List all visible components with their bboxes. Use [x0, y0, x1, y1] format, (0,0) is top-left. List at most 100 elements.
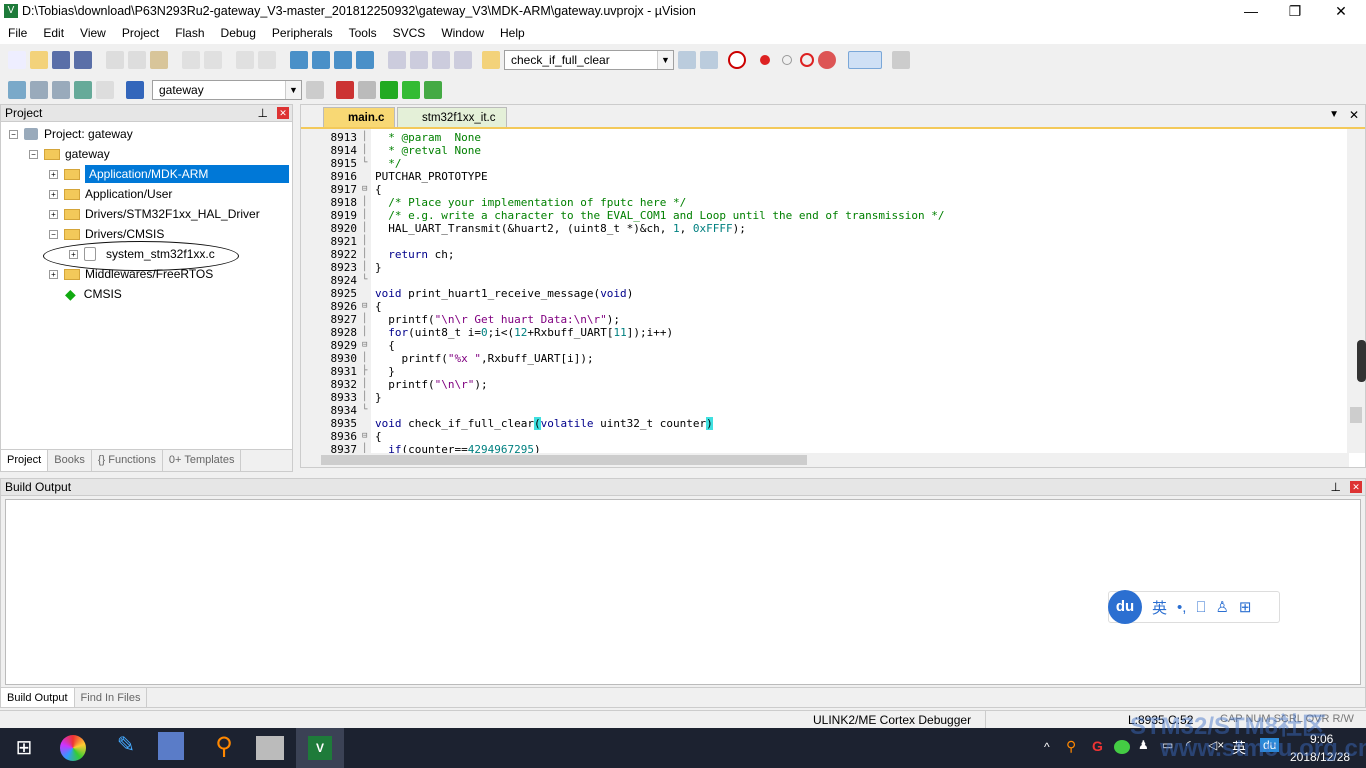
code-line[interactable]: 8919 │ /* e.g. write a character to the E… — [301, 209, 1341, 222]
scroll-thumb[interactable] — [1350, 407, 1362, 423]
cut-icon[interactable] — [106, 51, 124, 69]
new-file-icon[interactable] — [8, 51, 26, 69]
translate-icon[interactable] — [8, 81, 26, 99]
tray-show-hidden-icon[interactable]: ^ — [1044, 740, 1050, 754]
menu-project[interactable]: Project — [114, 26, 167, 40]
tray-qq-icon[interactable]: ♟ — [1138, 738, 1149, 752]
paste-icon[interactable] — [150, 51, 168, 69]
app-uvision-taskbar-button[interactable]: V — [296, 728, 344, 768]
unindent-icon[interactable] — [410, 51, 428, 69]
close-icon[interactable]: ✕ — [1350, 481, 1362, 493]
fold-marker-icon[interactable]: │ — [362, 196, 367, 209]
clock-date[interactable]: 2018/12/28 — [1290, 750, 1350, 764]
tab-books[interactable]: Books — [48, 450, 92, 471]
software-components-icon[interactable] — [424, 81, 442, 99]
scroll-thumb[interactable] — [321, 455, 807, 465]
code-line[interactable]: 8934 └ — [301, 404, 1341, 417]
tree-project-root[interactable]: − Project: gateway — [9, 125, 133, 143]
code-line[interactable]: 8935 void check_if_full_clear(volatile ui… — [301, 417, 1341, 430]
fold-marker-icon[interactable]: │ — [362, 131, 367, 144]
fold-marker-icon[interactable]: ├ — [362, 365, 367, 378]
window-layout-icon[interactable] — [848, 51, 882, 69]
disable-breakpoint-icon[interactable] — [782, 55, 792, 65]
app-search-icon[interactable]: ⚲ — [208, 732, 240, 764]
code-line[interactable]: 8922 │ return ch; — [301, 248, 1341, 261]
fold-marker-icon[interactable]: └ — [362, 274, 367, 287]
side-handle[interactable] — [1357, 340, 1366, 382]
fold-marker-icon[interactable]: │ — [362, 248, 367, 261]
tray-wifi-icon[interactable]: ◜ — [1186, 738, 1191, 752]
code-line[interactable]: 8926 ⊟ { — [301, 300, 1341, 313]
clear-bookmarks-icon[interactable] — [356, 51, 374, 69]
fold-marker-icon[interactable]: │ — [362, 352, 367, 365]
menu-edit[interactable]: Edit — [35, 26, 72, 40]
find-icon[interactable] — [678, 51, 696, 69]
fold-marker-icon[interactable]: │ — [362, 378, 367, 391]
select-packs-icon[interactable] — [358, 81, 376, 99]
fold-marker-icon[interactable]: │ — [362, 222, 367, 235]
app-pin-icon[interactable]: ✎ — [110, 732, 142, 764]
tab-find-in-files[interactable]: Find In Files — [75, 688, 148, 707]
baidu-ime-logo-icon[interactable]: du — [1108, 590, 1142, 624]
target-select[interactable]: gateway ▼ — [152, 80, 302, 100]
collapse-icon[interactable]: − — [29, 149, 38, 159]
tab-build-output[interactable]: Build Output — [1, 688, 75, 707]
undo-icon[interactable] — [182, 51, 200, 69]
tab-list-chevron-icon[interactable]: ▼ — [1329, 109, 1339, 120]
fold-marker-icon[interactable]: └ — [362, 404, 367, 417]
code-line[interactable]: 8924 └ — [301, 274, 1341, 287]
code-line[interactable]: 8933 │} — [301, 391, 1341, 404]
stop-build-icon[interactable] — [96, 81, 114, 99]
code-line[interactable]: 8923 │} — [301, 261, 1341, 274]
code-line[interactable]: 8916 PUTCHAR_PROTOTYPE — [301, 170, 1341, 183]
debug-session-icon[interactable] — [728, 51, 746, 69]
clock-time[interactable]: 9:06 — [1310, 732, 1333, 746]
pin-icon[interactable]: ⊥ — [1331, 479, 1341, 496]
incremental-find-icon[interactable] — [700, 51, 718, 69]
code-line[interactable]: 8915 └ */ — [301, 157, 1341, 170]
code-line[interactable]: 8928 │ for(uint8_t i=0;i<(12+Rxbuff_UART[… — [301, 326, 1341, 339]
kill-breakpoints-icon[interactable] — [800, 53, 814, 67]
menu-svcs[interactable]: SVCS — [385, 26, 434, 40]
rebuild-icon[interactable] — [52, 81, 70, 99]
code-line[interactable]: 8913 │ * @param None — [301, 131, 1341, 144]
code-line[interactable]: 8914 │ * @retval None — [301, 144, 1341, 157]
tab-stm32f1xx-it-c[interactable]: stm32f1xx_it.c — [397, 107, 507, 127]
menu-tools[interactable]: Tools — [341, 26, 385, 40]
tab-templates[interactable]: 0+ Templates — [163, 450, 242, 471]
chevron-down-icon[interactable]: ▼ — [285, 81, 301, 99]
collapse-icon[interactable]: − — [9, 129, 18, 139]
tree-group-application-mdk-arm[interactable]: + Application/MDK-ARM — [49, 165, 289, 183]
menu-flash[interactable]: Flash — [167, 26, 212, 40]
vertical-scrollbar[interactable] — [1347, 129, 1365, 453]
manage-project-items-icon[interactable] — [336, 81, 354, 99]
collapse-icon[interactable]: − — [49, 229, 58, 239]
save-all-icon[interactable] — [74, 51, 92, 69]
uncomment-icon[interactable] — [454, 51, 472, 69]
expand-icon[interactable]: + — [49, 169, 58, 179]
expand-icon[interactable]: + — [49, 269, 58, 279]
expand-icon[interactable]: + — [49, 189, 58, 199]
menu-help[interactable]: Help — [492, 26, 533, 40]
ime-punctuation-icon[interactable]: •, — [1177, 599, 1186, 616]
batch-build-icon[interactable] — [74, 81, 92, 99]
tree-target[interactable]: − gateway — [29, 145, 110, 163]
next-bookmark-icon[interactable] — [334, 51, 352, 69]
fold-marker-icon[interactable]: │ — [362, 261, 367, 274]
ime-user-icon[interactable]: ♙ — [1215, 598, 1228, 616]
configure-icon[interactable] — [892, 51, 910, 69]
fold-marker-icon[interactable]: │ — [362, 443, 367, 453]
fold-marker-icon[interactable]: └ — [362, 157, 367, 170]
fold-marker-icon[interactable]: ⊟ — [362, 339, 367, 352]
code-line[interactable]: 8921 │ — [301, 235, 1341, 248]
tab-functions[interactable]: {} Functions — [92, 450, 163, 471]
tree-component-cmsis[interactable]: ◆ CMSIS — [65, 285, 122, 303]
tree-group-application-user[interactable]: + Application/User — [49, 185, 172, 203]
pin-icon[interactable]: ⊥ — [258, 105, 268, 122]
tray-wechat-icon[interactable] — [1114, 740, 1130, 754]
menu-peripherals[interactable]: Peripherals — [264, 26, 341, 40]
menu-view[interactable]: View — [72, 26, 114, 40]
menu-debug[interactable]: Debug — [213, 26, 264, 40]
app-colorwheel-icon[interactable] — [60, 735, 86, 761]
horizontal-scrollbar[interactable] — [301, 453, 1349, 467]
